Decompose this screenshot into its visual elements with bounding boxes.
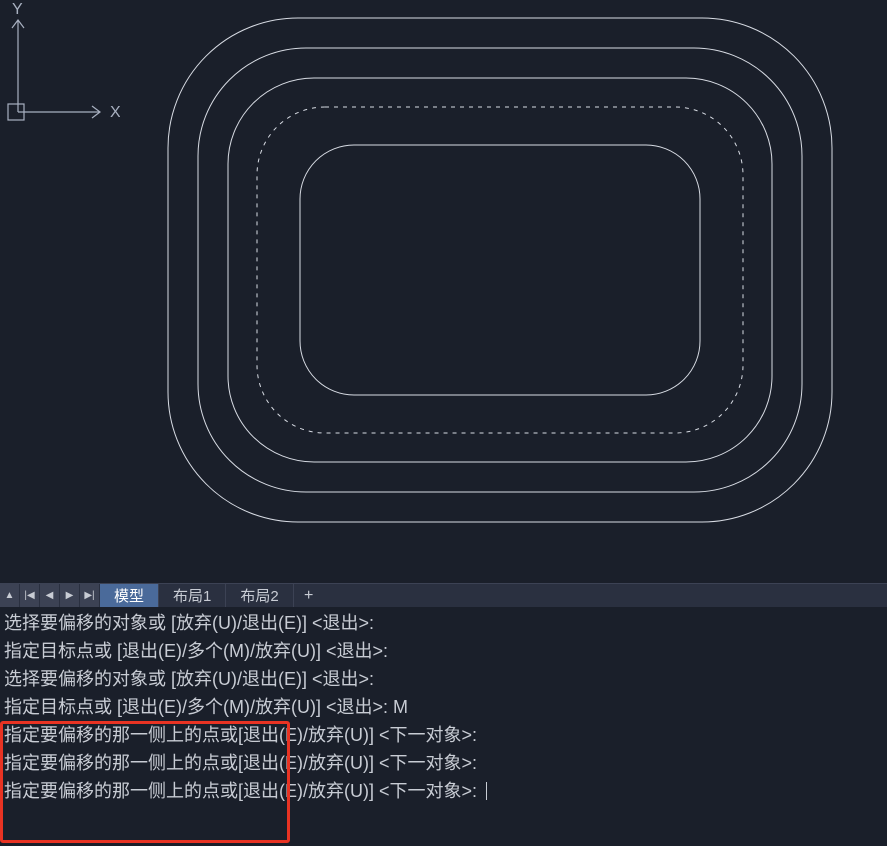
offset-rect-selected[interactable] xyxy=(257,107,743,433)
offset-rect-outer-3[interactable] xyxy=(228,78,772,462)
cmd-history-line: 指定要偏移的那一侧上的点或[退出(E)/放弃(U)] <下一对象>: xyxy=(0,721,887,749)
tab-nav-first-button[interactable]: |◀ xyxy=(20,584,40,607)
tab-layout2[interactable]: 布局2 xyxy=(226,584,293,607)
first-icon: |◀ xyxy=(24,590,34,601)
plus-icon: + xyxy=(304,587,313,605)
cmd-history-line: 指定目标点或 [退出(E)/多个(M)/放弃(U)] <退出>: xyxy=(0,637,887,665)
offset-shapes xyxy=(0,0,887,583)
offset-rect-outer-2[interactable] xyxy=(198,48,802,492)
cmd-prompt-text: 指定要偏移的那一侧上的点或[退出(E)/放弃(U)] <下一对象>: xyxy=(4,777,482,805)
tab-nav-prev-button[interactable]: ◀ xyxy=(40,584,60,607)
command-line-area[interactable]: 选择要偏移的对象或 [放弃(U)/退出(E)] <退出>: 指定目标点或 [退出… xyxy=(0,607,887,846)
prev-icon: ◀ xyxy=(46,590,54,601)
ucs-x-label: X xyxy=(110,104,120,121)
tab-layout2-label: 布局2 xyxy=(240,585,278,606)
tab-nav-next-button[interactable]: ▶ xyxy=(60,584,80,607)
text-cursor-icon xyxy=(486,782,487,800)
tab-add-button[interactable]: + xyxy=(294,584,324,607)
tab-nav-up-button[interactable]: ▲ xyxy=(0,584,20,607)
tab-nav-group: ▲ |◀ ◀ ▶ ▶| xyxy=(0,584,100,607)
layout-tabs-bar: ▲ |◀ ◀ ▶ ▶| 模型 布局1 布局2 + xyxy=(0,583,887,607)
cmd-history-line: 选择要偏移的对象或 [放弃(U)/退出(E)] <退出>: xyxy=(0,609,887,637)
cmd-history-line: 选择要偏移的对象或 [放弃(U)/退出(E)] <退出>: xyxy=(0,665,887,693)
cmd-history-line: 指定要偏移的那一侧上的点或[退出(E)/放弃(U)] <下一对象>: xyxy=(0,749,887,777)
cmd-history-line: 指定目标点或 [退出(E)/多个(M)/放弃(U)] <退出>: M xyxy=(0,693,887,721)
up-icon: ▲ xyxy=(5,590,15,601)
tab-layout1-label: 布局1 xyxy=(173,585,211,606)
last-icon: ▶| xyxy=(84,590,94,601)
offset-rect-inner[interactable] xyxy=(300,145,700,395)
offset-rect-outer-1[interactable] xyxy=(168,18,832,522)
ucs-y-label: Y xyxy=(12,1,23,18)
tab-nav-last-button[interactable]: ▶| xyxy=(80,584,100,607)
tab-model[interactable]: 模型 xyxy=(100,584,159,607)
ucs-icon: X Y xyxy=(0,0,120,130)
drawing-viewport[interactable]: X Y xyxy=(0,0,887,583)
cmd-prompt-line[interactable]: 指定要偏移的那一侧上的点或[退出(E)/放弃(U)] <下一对象>: xyxy=(0,777,887,805)
tab-model-label: 模型 xyxy=(114,585,144,606)
tab-layout1[interactable]: 布局1 xyxy=(159,584,226,607)
next-icon: ▶ xyxy=(66,590,74,601)
